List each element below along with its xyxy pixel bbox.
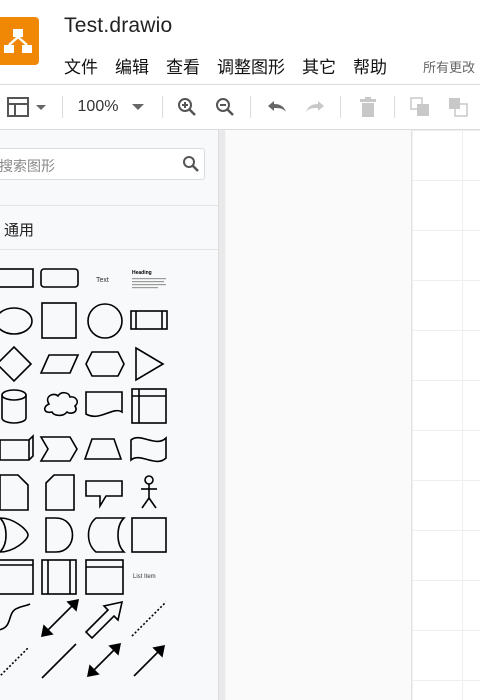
list-item-shape[interactable]: List Item <box>133 574 156 580</box>
shape-search-input[interactable]: 搜索图形 <box>0 148 205 180</box>
toolbar-separator <box>62 96 63 118</box>
parallelogram-shape[interactable] <box>39 354 80 374</box>
divider <box>0 205 218 206</box>
square-shape[interactable] <box>41 302 77 339</box>
menu-bar: 文件 编辑 查看 调整图形 其它 帮助 <box>64 52 404 78</box>
data-storage-shape[interactable] <box>87 517 126 553</box>
dotted-line-shape[interactable] <box>0 647 29 678</box>
search-placeholder: 搜索图形 <box>0 159 55 175</box>
toolbar-separator <box>162 96 163 118</box>
card-shape[interactable] <box>45 474 75 511</box>
swimlane-shape[interactable] <box>41 559 77 595</box>
undo-icon <box>268 101 286 112</box>
actor-shape[interactable] <box>141 475 157 509</box>
rectangle-shape[interactable] <box>0 268 34 288</box>
sidebar-scrollbar[interactable] <box>219 130 225 700</box>
shape-sidebar: 搜索图形 通用 Text Heading List Item <box>0 130 219 700</box>
menu-edit[interactable]: 编辑 <box>115 53 149 78</box>
document-shape[interactable] <box>85 391 123 418</box>
delete-icon <box>360 97 376 117</box>
toolbar: 100% <box>0 84 480 130</box>
rounded-rectangle-shape[interactable] <box>40 268 79 288</box>
line-shape[interactable] <box>41 643 77 679</box>
zoom-in-button[interactable] <box>176 85 198 129</box>
triangle-shape[interactable] <box>135 346 165 382</box>
zoom-out-icon <box>216 98 234 116</box>
square-shape-2[interactable] <box>131 517 167 553</box>
undo-button[interactable] <box>264 85 290 129</box>
hexagon-shape[interactable] <box>85 351 125 377</box>
format-panel-icon <box>7 97 46 117</box>
menu-help[interactable]: 帮助 <box>353 53 387 78</box>
to-front-button[interactable] <box>408 85 432 129</box>
menu-extras[interactable]: 其它 <box>302 53 336 78</box>
format-panel-button[interactable] <box>4 85 48 129</box>
app-header: Test.drawio 文件 编辑 查看 调整图形 其它 帮助 所有更改 <box>0 0 480 84</box>
menu-arrange[interactable]: 调整图形 <box>217 53 285 78</box>
ellipse-shape[interactable] <box>0 307 33 335</box>
toolbar-separator <box>250 96 251 118</box>
bidirectional-arrow-shape[interactable] <box>40 598 80 638</box>
zoom-in-icon <box>178 98 196 116</box>
section-general-title[interactable]: 通用 <box>4 219 34 240</box>
callout-shape[interactable] <box>85 480 123 509</box>
zoom-level: 100% <box>77 98 119 115</box>
to-back-icon <box>449 98 468 117</box>
directional-connector-shape[interactable] <box>133 644 166 677</box>
trapezoid-shape[interactable] <box>83 438 123 460</box>
redo-button[interactable] <box>302 85 328 129</box>
to-front-icon <box>410 97 429 116</box>
delay-shape[interactable] <box>45 517 74 553</box>
step-shape[interactable] <box>39 436 78 462</box>
diamond-shape[interactable] <box>0 345 33 383</box>
shape-palette: Text Heading List Item <box>0 268 168 679</box>
divider <box>0 249 218 250</box>
or-shape[interactable] <box>0 517 29 553</box>
to-back-button[interactable] <box>446 85 470 129</box>
cube-shape[interactable] <box>0 434 34 461</box>
internal-storage-shape[interactable] <box>131 388 167 424</box>
menu-file[interactable]: 文件 <box>64 53 98 78</box>
list-shape[interactable] <box>85 559 124 595</box>
document-title[interactable]: Test.drawio <box>64 14 172 38</box>
circle-shape[interactable] <box>87 303 123 339</box>
tape-shape[interactable] <box>130 436 167 463</box>
text-shape[interactable]: Text <box>96 277 109 284</box>
drawio-logo-icon <box>0 17 39 65</box>
process-shape[interactable] <box>130 310 168 330</box>
menu-view[interactable]: 查看 <box>166 53 200 78</box>
search-icon[interactable] <box>182 155 200 173</box>
toolbar-separator <box>394 96 395 118</box>
flex-arrow-shape[interactable] <box>84 600 124 640</box>
curve-connector-shape[interactable] <box>0 603 31 631</box>
diagram-page[interactable] <box>411 130 480 700</box>
chevron-down-icon <box>132 104 145 110</box>
cylinder-shape[interactable] <box>1 389 27 424</box>
redo-icon <box>306 101 324 112</box>
dashed-line-shape[interactable] <box>131 601 167 637</box>
zoom-out-button[interactable] <box>214 85 236 129</box>
svg-text:Heading: Heading <box>132 270 152 276</box>
save-status[interactable]: 所有更改 <box>423 57 475 76</box>
delete-button[interactable] <box>356 85 380 129</box>
textbox-shape[interactable]: Heading <box>132 270 166 289</box>
note-shape[interactable] <box>0 474 29 511</box>
double-arrow-shape[interactable] <box>86 642 122 678</box>
container-shape[interactable] <box>0 559 34 595</box>
zoom-dropdown[interactable]: 100% <box>76 85 148 129</box>
toolbar-separator <box>340 96 341 118</box>
cloud-shape[interactable] <box>43 391 78 417</box>
diagram-canvas[interactable] <box>226 130 480 700</box>
